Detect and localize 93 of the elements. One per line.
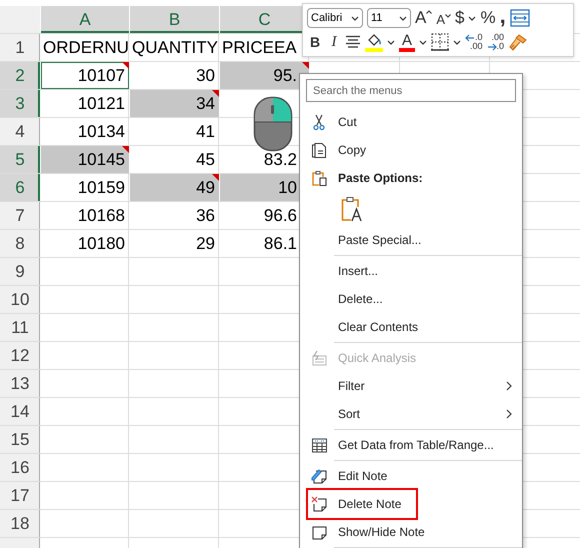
column-header[interactable]: A xyxy=(41,6,129,33)
row-header[interactable]: 8 xyxy=(0,230,40,257)
menu-item[interactable]: Paste Special... xyxy=(300,226,522,254)
table-cell-text: 86.1 xyxy=(262,233,298,255)
caret-icon xyxy=(468,16,476,20)
menu-item[interactable]: Sort xyxy=(300,400,522,428)
menu-item[interactable]: Delete Note xyxy=(300,490,522,518)
caret-icon xyxy=(426,10,432,14)
section-heading: Paste Options: xyxy=(338,171,423,185)
row-header[interactable]: 1 xyxy=(0,34,40,61)
increase-decimal-button[interactable]: .0 .00 xyxy=(465,33,483,51)
table-cell-text: 10180 xyxy=(76,233,126,255)
currency-button[interactable]: $ xyxy=(455,8,464,28)
table-cell-text: 45 xyxy=(195,149,216,171)
row-header[interactable]: 13 xyxy=(0,370,40,397)
caret-icon xyxy=(453,40,461,44)
arrow-icon xyxy=(486,42,497,50)
menu-item[interactable]: Insert... xyxy=(300,257,522,285)
table-cell-text: 10168 xyxy=(76,205,126,227)
row-header[interactable]: 2 xyxy=(0,62,40,89)
italic-button[interactable]: I xyxy=(327,34,341,50)
table-cell-text: 10159 xyxy=(76,177,126,199)
table-cell-text: 96.6 xyxy=(262,205,298,227)
row-header[interactable]: 14 xyxy=(0,398,40,425)
table-cell-text: QUANTITY xyxy=(131,37,219,59)
note-delete-icon xyxy=(310,496,328,512)
menu-item[interactable]: Get Data from Table/Range... xyxy=(300,431,522,459)
align-center-icon xyxy=(345,35,361,49)
note-icon xyxy=(310,524,328,540)
caret-icon xyxy=(399,16,407,20)
pencil-note-icon xyxy=(310,468,328,484)
row-header[interactable]: 4 xyxy=(0,118,40,145)
caret-icon xyxy=(419,40,427,44)
lightning-table-icon xyxy=(310,350,328,366)
menu-item[interactable]: Filter xyxy=(300,372,522,400)
table-cell-text: 41 xyxy=(195,121,216,143)
font-color-button[interactable]: A xyxy=(399,32,415,52)
font-size-dropdown[interactable]: 11 xyxy=(367,8,411,28)
row-header[interactable]: 7 xyxy=(0,202,40,229)
menu-item[interactable]: Clear Contents xyxy=(300,313,522,341)
table-cell-text: 10134 xyxy=(76,121,126,143)
caret-icon xyxy=(351,16,359,20)
table-icon xyxy=(310,436,328,454)
row-header[interactable]: 9 xyxy=(0,258,40,285)
bold-button[interactable]: B xyxy=(307,34,323,50)
menu-item[interactable]: Show/Hide Note xyxy=(300,518,522,546)
clipboard-icon xyxy=(310,170,328,186)
scissors-icon xyxy=(310,114,328,130)
merge-cells-icon xyxy=(510,9,530,27)
caret-icon xyxy=(445,14,452,18)
row-header[interactable]: 3 xyxy=(0,90,40,117)
percent-button[interactable]: % xyxy=(480,8,496,28)
row-header[interactable]: 5 xyxy=(0,146,40,173)
row-header[interactable]: 15 xyxy=(0,426,40,453)
row-header[interactable]: 16 xyxy=(0,454,40,481)
borders-icon xyxy=(431,33,449,51)
chevron-right-icon xyxy=(506,409,512,419)
table-cell: 10107 xyxy=(41,62,129,89)
column-header[interactable]: B xyxy=(130,6,219,33)
table-cell-text: 30 xyxy=(195,65,216,87)
table-cell: 10145 xyxy=(41,146,129,173)
row-header[interactable]: 12 xyxy=(0,342,40,369)
row-header[interactable]: 6 xyxy=(0,174,40,201)
paintbrush-icon xyxy=(508,33,528,51)
font-name-dropdown[interactable]: Calibri xyxy=(307,8,363,28)
table-cell-text: 36 xyxy=(195,205,216,227)
table-cell: 49 xyxy=(130,174,219,201)
menu-item[interactable]: Edit Note xyxy=(300,462,522,490)
menu-item[interactable]: Cut xyxy=(300,108,522,136)
decrease-font-button[interactable]: A xyxy=(436,12,452,27)
table-cell: 34 xyxy=(130,90,219,117)
decrease-decimal-button[interactable]: .00 .0 xyxy=(486,33,504,51)
caret-icon xyxy=(387,40,395,44)
table-cell-text: 10121 xyxy=(76,93,126,115)
table-cell-text: 29 xyxy=(195,233,216,255)
increase-font-button[interactable]: A xyxy=(415,8,432,28)
table-cell-text: PRICEEA xyxy=(221,37,298,59)
table-cell-text: ORDERNU xyxy=(42,37,129,59)
row-header[interactable]: 17 xyxy=(0,482,40,509)
copy-icon xyxy=(310,142,328,158)
table-cell-text: 83.2 xyxy=(262,149,298,171)
chevron-right-icon xyxy=(506,381,512,391)
menu-item[interactable]: Delete... xyxy=(300,285,522,313)
search-field[interactable]: Search the menus xyxy=(306,79,516,102)
fill-color-icon xyxy=(365,32,383,52)
table-cell: 95. xyxy=(220,62,309,89)
mouse-icon xyxy=(253,96,293,152)
comma-style-button[interactable]: , xyxy=(500,8,506,28)
menu-item[interactable]: Copy xyxy=(300,136,522,164)
row-header[interactable]: 18 xyxy=(0,510,40,537)
row-header[interactable]: 11 xyxy=(0,314,40,341)
arrow-icon xyxy=(465,34,475,42)
row-header[interactable]: 10 xyxy=(0,286,40,313)
